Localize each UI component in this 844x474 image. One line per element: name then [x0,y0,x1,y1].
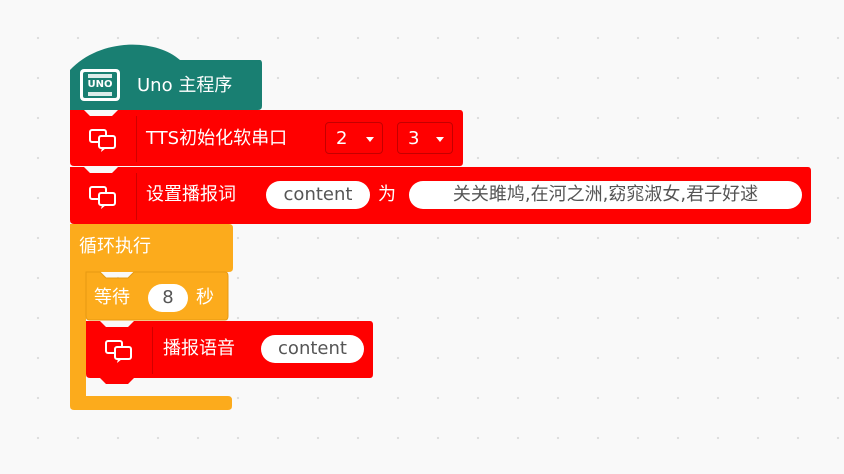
loop-label: 循环执行 [79,236,151,257]
rx-pin-value: 2 [336,128,348,149]
speech-text-input[interactable]: 关关雎鸠,在河之洲,窈窕淑女,君子好逑 [409,181,802,209]
tts-init-label: TTS初始化软串口 [146,128,288,149]
as-label: 为 [378,184,396,205]
chat-bubble-icon [88,127,118,153]
set-text-label: 设置播报词 [146,184,236,205]
speak-label: 播报语音 [163,338,235,359]
chat-bubble-icon [104,338,134,364]
chevron-down-icon [366,137,374,142]
seconds-unit-label: 秒 [196,287,214,308]
chat-bubble-icon [88,184,118,210]
tx-pin-value: 3 [408,128,420,149]
uno-badge-label: UNO [87,79,113,90]
chevron-down-icon [436,137,444,142]
content-variable-input[interactable]: content [266,181,370,209]
speak-variable-input[interactable]: content [261,335,364,363]
tx-pin-dropdown[interactable]: 3 [397,122,453,154]
wait-seconds-input[interactable]: 8 [148,284,188,312]
rx-pin-dropdown[interactable]: 2 [325,122,383,154]
wait-label: 等待 [94,287,130,308]
uno-board-icon: UNO [79,68,121,102]
hat-label[interactable]: Uno 主程序 [137,77,232,95]
